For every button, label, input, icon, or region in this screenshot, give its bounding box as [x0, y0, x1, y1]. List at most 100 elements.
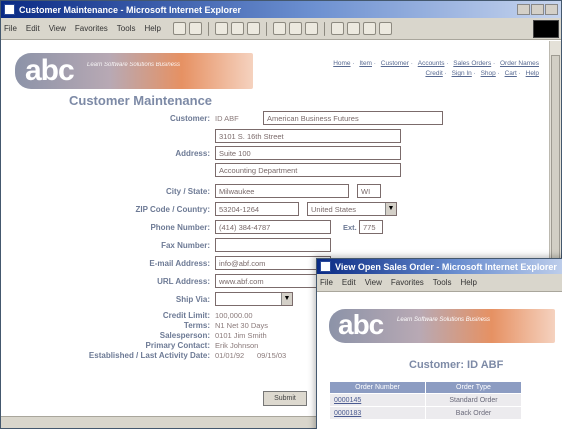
- city-field[interactable]: Milwaukee: [215, 184, 349, 198]
- orders-table: Order Number Order Type 0000145 Standard…: [329, 381, 522, 420]
- order-window-toolbar: File Edit View Favorites Tools Help: [317, 274, 562, 292]
- ext-label: Ext.: [343, 223, 357, 232]
- customer-name-field[interactable]: American Business Futures: [263, 111, 443, 125]
- home-icon[interactable]: [246, 22, 260, 35]
- phone-label: Phone Number:: [150, 223, 210, 232]
- submit-button[interactable]: Submit: [263, 391, 307, 406]
- zip-field[interactable]: 53204-1264: [215, 202, 299, 216]
- logo-tagline: Learn Software Solutions Business: [87, 62, 181, 68]
- forward-icon[interactable]: [188, 22, 202, 35]
- menu-view[interactable]: View: [365, 278, 382, 287]
- column-header-order-number: Order Number: [329, 381, 426, 394]
- print-icon[interactable]: [346, 22, 360, 35]
- table-header-row: Order Number Order Type: [329, 381, 522, 394]
- nav-link-credit[interactable]: Credit: [425, 70, 442, 77]
- menu-favorites[interactable]: Favorites: [391, 278, 424, 287]
- logo-text: abc: [338, 309, 384, 340]
- email-field[interactable]: info@abf.com: [215, 256, 331, 270]
- status-bar: [1, 416, 321, 428]
- sales-order-window: View Open Sales Order - Microsoft Intern…: [316, 258, 562, 429]
- order-type-cell: Back Order: [425, 406, 522, 420]
- chevron-down-icon[interactable]: ▼: [281, 293, 292, 305]
- nav-link-sign-in[interactable]: Sign In: [452, 70, 472, 77]
- main-window-title: Customer Maintenance - Microsoft Interne…: [19, 4, 242, 15]
- chevron-down-icon[interactable]: ▼: [385, 203, 396, 215]
- order-menu-bar: File Edit View Favorites Tools Help: [320, 278, 477, 287]
- search-icon[interactable]: [272, 22, 286, 35]
- established-label: Established / Last Activity Date:: [88, 351, 210, 360]
- discuss-icon[interactable]: [378, 22, 392, 35]
- customer-id: ID ABF: [215, 114, 239, 123]
- terms-label: Terms:: [183, 321, 210, 330]
- menu-view[interactable]: View: [49, 24, 66, 33]
- stop-icon[interactable]: [214, 22, 228, 35]
- maximize-button[interactable]: [531, 4, 544, 15]
- primary-contact-value: Erik Johnson: [215, 341, 259, 350]
- salesperson-value: 0101 Jim Smith: [215, 331, 267, 340]
- abc-logo[interactable]: abc Learn Software Solutions Business: [329, 309, 555, 343]
- order-window-titlebar: View Open Sales Order - Microsoft Intern…: [317, 259, 562, 274]
- abc-logo[interactable]: abc Learn Software Solutions Business: [15, 53, 253, 89]
- ship-via-select[interactable]: ▼: [215, 292, 293, 306]
- nav-link-item[interactable]: Item: [359, 60, 372, 67]
- menu-file[interactable]: File: [4, 24, 17, 33]
- nav-link-home[interactable]: Home: [333, 60, 350, 67]
- menu-favorites[interactable]: Favorites: [75, 24, 108, 33]
- salesperson-label: Salesperson:: [159, 331, 210, 340]
- nav-link-customer[interactable]: Customer: [381, 60, 409, 67]
- menu-tools[interactable]: Tools: [117, 24, 136, 33]
- state-field[interactable]: WI: [357, 184, 381, 198]
- terms-value: N1 Net 30 Days: [215, 321, 268, 330]
- ship-via-label: Ship Via:: [175, 295, 210, 304]
- country-value: United States: [311, 205, 357, 214]
- close-button[interactable]: [545, 4, 558, 15]
- address-line-1-field[interactable]: 3101 S. 16th Street: [215, 129, 401, 143]
- main-toolbar: File Edit View Favorites Tools Help: [1, 18, 561, 40]
- order-window-title: View Open Sales Order - Microsoft Intern…: [335, 261, 557, 272]
- phone-field[interactable]: (414) 384-4787: [215, 220, 331, 234]
- nav-link-help[interactable]: Help: [526, 70, 539, 77]
- menu-bar: File Edit View Favorites Tools Help: [4, 24, 161, 33]
- menu-edit[interactable]: Edit: [26, 24, 40, 33]
- menu-file[interactable]: File: [320, 278, 333, 287]
- nav-link-shop[interactable]: Shop: [481, 70, 496, 77]
- mail-icon[interactable]: [330, 22, 344, 35]
- order-number-link[interactable]: 0000183: [329, 406, 426, 420]
- nav-link-order-names[interactable]: Order Names: [500, 60, 539, 67]
- country-select[interactable]: United States ▼: [307, 202, 397, 216]
- toolbar-buttons: [172, 21, 392, 36]
- main-titlebar: Customer Maintenance - Microsoft Interne…: [1, 1, 561, 18]
- menu-tools[interactable]: Tools: [433, 278, 452, 287]
- fax-label: Fax Number:: [161, 241, 210, 250]
- ie-icon: [320, 261, 331, 272]
- address-line-3-field[interactable]: Accounting Department: [215, 163, 401, 177]
- menu-edit[interactable]: Edit: [342, 278, 356, 287]
- ext-field[interactable]: 775: [359, 220, 383, 234]
- last-activity-date: 09/15/03: [257, 351, 287, 360]
- edit-icon[interactable]: [362, 22, 376, 35]
- nav-link-accounts[interactable]: Accounts: [418, 60, 445, 67]
- url-label: URL Address:: [157, 277, 210, 286]
- history-icon[interactable]: [304, 22, 318, 35]
- page-title: Customer Maintenance: [69, 93, 213, 108]
- menu-help[interactable]: Help: [144, 24, 160, 33]
- city-state-label: City / State:: [165, 187, 210, 196]
- zip-country-label: ZIP Code / Country:: [135, 205, 210, 214]
- favorites-icon[interactable]: [288, 22, 302, 35]
- refresh-icon[interactable]: [230, 22, 244, 35]
- ie-icon: [4, 4, 15, 15]
- nav-link-sales-orders[interactable]: Sales Orders: [453, 60, 491, 67]
- url-field[interactable]: www.abf.com: [215, 274, 331, 288]
- fax-field[interactable]: [215, 238, 331, 252]
- menu-help[interactable]: Help: [460, 278, 476, 287]
- customer-label: Customer:: [169, 114, 210, 123]
- address-line-2-field[interactable]: Suite 100: [215, 146, 401, 160]
- email-label: E-mail Address:: [149, 259, 210, 268]
- order-number-link[interactable]: 0000145: [329, 393, 426, 407]
- table-row: 0000183 Back Order: [329, 406, 522, 420]
- back-icon[interactable]: [172, 22, 186, 35]
- logo-text: abc: [25, 54, 75, 87]
- minimize-button[interactable]: [517, 4, 530, 15]
- established-date: 01/01/92: [215, 351, 245, 360]
- nav-link-cart[interactable]: Cart: [505, 70, 517, 77]
